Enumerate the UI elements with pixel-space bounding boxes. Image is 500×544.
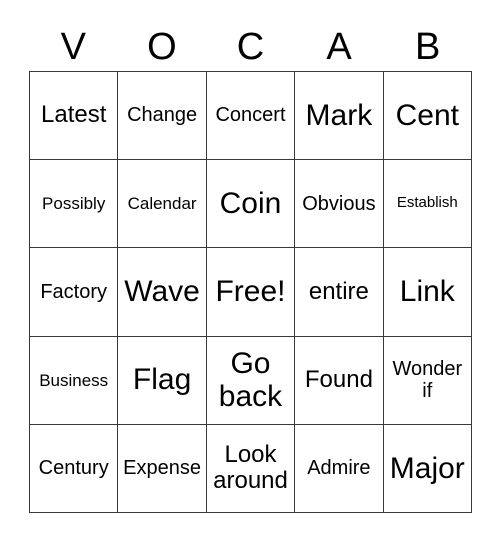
bingo-cell-r4-c0[interactable]: Century <box>30 424 119 513</box>
bingo-cell-r2-c4[interactable]: Link <box>383 248 472 337</box>
bingo-cell-label: Change <box>127 104 198 127</box>
bingo-cell-label: Latest <box>41 101 107 129</box>
bingo-cell-label: entire <box>308 277 369 305</box>
bingo-cell-label: Obvious <box>302 192 376 215</box>
bingo-header-letter-3: A <box>326 25 352 68</box>
bingo-cell-label: Free! <box>215 275 286 309</box>
bingo-cell-label: Wonder if <box>392 357 463 403</box>
bingo-cell-r1-c0[interactable]: Possibly <box>30 160 119 249</box>
bingo-cell-label: Business <box>39 370 109 390</box>
bingo-card: V O C A B Latest Change Concert Mark Cent Possibl… <box>0 0 500 544</box>
bingo-cell-label: Flag <box>132 363 192 397</box>
bingo-cell-r0-c0[interactable]: Latest <box>30 72 119 161</box>
bingo-cell-label: Establish <box>396 194 458 212</box>
bingo-cell-r1-c4[interactable]: Establish <box>383 160 472 249</box>
bingo-cell-r3-c4[interactable]: Wonder if <box>383 336 472 425</box>
bingo-grid: Latest Change Concert Mark Cent Possibly Calen… <box>29 71 472 513</box>
bingo-cell-label: Concert <box>215 104 286 127</box>
bingo-cell-r2-c2[interactable]: Free! <box>206 248 296 337</box>
bingo-cell-r4-c4[interactable]: Major <box>383 424 472 513</box>
bingo-cell-label: Coin <box>219 186 282 220</box>
bingo-cell-label: Wave <box>124 275 200 309</box>
bingo-header-row: VOCAB <box>29 22 472 71</box>
bingo-cell-label: Possibly <box>42 194 106 214</box>
bingo-cell-r2-c0[interactable]: Factory <box>30 248 119 337</box>
bingo-cell-label: Mark <box>305 98 373 132</box>
bingo-cell-r0-c1[interactable]: Change <box>118 72 207 161</box>
bingo-cell-r1-c2[interactable]: Coin <box>206 160 296 249</box>
bingo-cell-r4-c1[interactable]: Expense <box>118 424 207 513</box>
bingo-cell-label: Cent <box>395 98 459 132</box>
bingo-header-letter-4: B <box>414 25 441 68</box>
bingo-header-letter-1: O <box>147 25 177 68</box>
bingo-cell-label: Factory <box>40 280 108 303</box>
bingo-cell-label: Link <box>399 275 455 309</box>
bingo-cell-label: Go back <box>218 346 283 414</box>
bingo-cell-label: Found <box>304 365 373 393</box>
bingo-cell-r4-c2[interactable]: Look around <box>206 424 296 513</box>
bingo-cell-r3-c3[interactable]: Found <box>295 336 384 425</box>
bingo-cell-r0-c3[interactable]: Mark <box>295 72 384 161</box>
bingo-cell-r2-c3[interactable]: entire <box>295 248 384 337</box>
bingo-cell-label: Calendar <box>127 194 197 214</box>
bingo-header-letter-0: V <box>60 25 86 68</box>
bingo-cell-r2-c1[interactable]: Wave <box>118 248 207 337</box>
bingo-cell-r0-c2[interactable]: Concert <box>206 72 296 161</box>
bingo-cell-label: Look around <box>213 440 288 495</box>
bingo-cell-r1-c3[interactable]: Obvious <box>295 160 384 249</box>
bingo-cell-label: Expense <box>123 457 202 480</box>
bingo-header-letter-2: C <box>236 25 265 68</box>
bingo-cell-r3-c0[interactable]: Business <box>30 336 119 425</box>
bingo-cell-r3-c1[interactable]: Flag <box>118 336 207 425</box>
bingo-cell-r0-c4[interactable]: Cent <box>383 72 472 161</box>
bingo-cell-r4-c3[interactable]: Admire <box>295 424 384 513</box>
bingo-cell-r3-c2[interactable]: Go back <box>206 336 296 425</box>
bingo-cell-label: Century <box>38 457 109 480</box>
bingo-cell-label: Admire <box>307 457 371 480</box>
bingo-cell-label: Major <box>389 451 465 485</box>
bingo-cell-r1-c1[interactable]: Calendar <box>118 160 207 249</box>
